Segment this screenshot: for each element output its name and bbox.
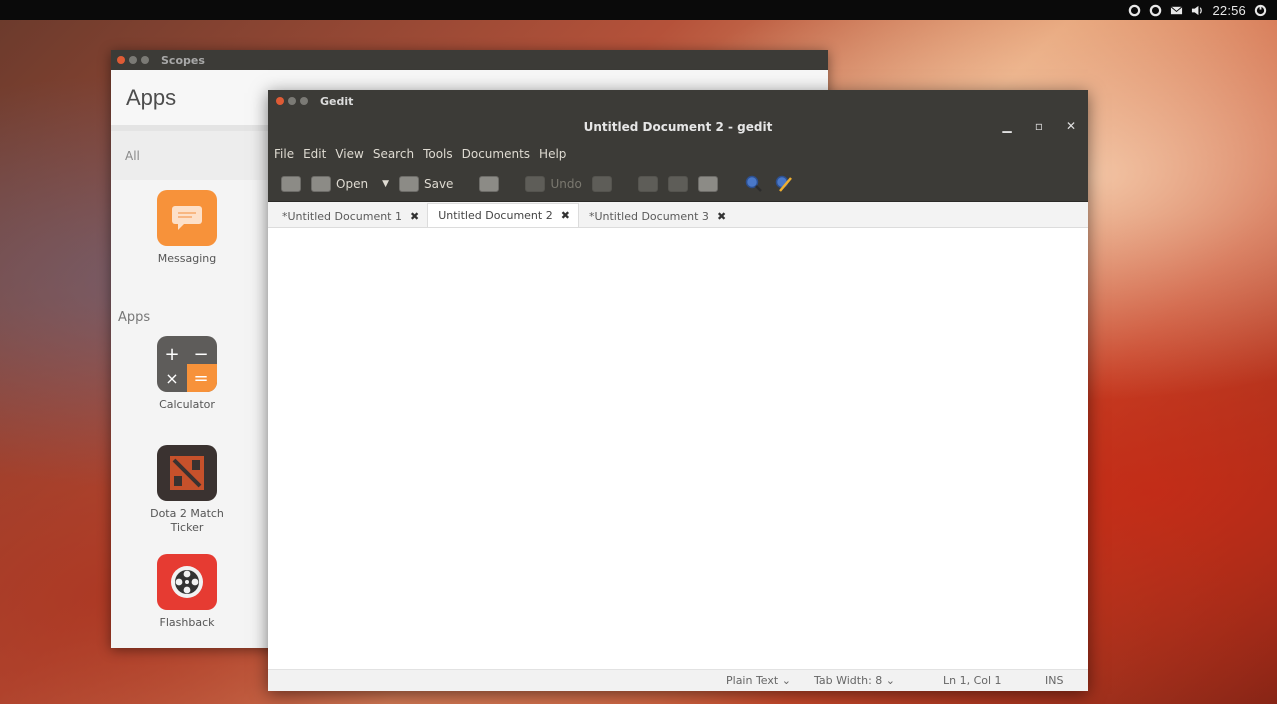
tab-width-selector[interactable]: Tab Width: 8 ⌄: [814, 674, 895, 687]
volume-icon[interactable]: [1191, 4, 1204, 17]
chevron-down-icon: ⌄: [781, 674, 791, 687]
close-icon[interactable]: ✖: [717, 210, 726, 223]
app-label: Messaging: [157, 252, 217, 265]
section-label-apps: Apps: [118, 310, 151, 325]
paste-button[interactable]: [693, 171, 723, 197]
tab-document-2[interactable]: Untitled Document 2 ✖: [427, 203, 579, 227]
messaging-icon: [157, 190, 217, 246]
menu-edit[interactable]: Edit: [303, 147, 326, 161]
scopes-titlebar[interactable]: Scopes: [111, 50, 828, 70]
gedit-titlebar[interactable]: Untitled Document 2 - gedit ▁ ▫ ✕: [268, 112, 1088, 142]
save-button[interactable]: Save: [394, 171, 458, 197]
svg-text:+: +: [164, 344, 179, 365]
minimize-icon[interactable]: ▁: [1000, 119, 1014, 133]
chevron-down-icon: ⌄: [885, 674, 895, 687]
print-icon: [479, 175, 500, 192]
app-label: Flashback: [159, 616, 215, 629]
redo-button[interactable]: [587, 171, 617, 197]
search-icon: [745, 175, 762, 192]
tab-document-1[interactable]: *Untitled Document 1 ✖: [272, 205, 427, 227]
find-replace-icon: [775, 175, 792, 192]
cut-icon: [637, 175, 658, 192]
open-label: Open: [336, 176, 369, 191]
app-tile-calculator[interactable]: + − × = Calculator: [142, 336, 232, 412]
gedit-window-title: Gedit: [320, 94, 354, 108]
app-tile-dota[interactable]: Dota 2 Match Ticker: [142, 445, 232, 535]
menu-search[interactable]: Search: [373, 147, 414, 161]
dota-icon: [157, 445, 217, 501]
app-tile-messaging[interactable]: Messaging: [142, 190, 232, 266]
app-label: Dota 2 Match Ticker: [150, 507, 224, 534]
undo-label: Undo: [550, 176, 582, 191]
copy-icon: [667, 175, 688, 192]
language-label: Plain Text: [726, 674, 779, 687]
new-document-button[interactable]: [276, 171, 306, 197]
close-button[interactable]: [276, 97, 284, 105]
document-tabs: *Untitled Document 1 ✖ Untitled Document…: [268, 202, 1088, 228]
svg-text:=: =: [193, 368, 208, 389]
menu-view[interactable]: View: [335, 147, 363, 161]
toolbar: Open ▼ Save Undo: [268, 166, 1088, 202]
network-icon[interactable]: [1128, 4, 1141, 17]
window-controls: ▁ ▫ ✕: [1000, 119, 1078, 133]
text-editor-area[interactable]: [268, 228, 1088, 670]
statusbar: Plain Text ⌄ Tab Width: 8 ⌄ Ln 1, Col 1 …: [268, 669, 1088, 691]
open-recent-dropdown[interactable]: ▼: [373, 171, 394, 197]
open-button[interactable]: Open: [306, 171, 373, 197]
maximize-icon[interactable]: ▫: [1032, 119, 1046, 133]
scope-title: Apps: [126, 84, 177, 110]
app-tile-flashback[interactable]: Flashback: [142, 554, 232, 630]
chevron-down-icon: ▼: [382, 178, 389, 189]
maximize-button[interactable]: [141, 56, 149, 64]
tab-document-3[interactable]: *Untitled Document 3 ✖: [579, 205, 734, 227]
svg-text:−: −: [193, 344, 208, 365]
tab-label: *Untitled Document 1: [282, 209, 402, 223]
close-button[interactable]: [117, 56, 125, 64]
cursor-position: Ln 1, Col 1: [943, 674, 1002, 687]
menu-help[interactable]: Help: [539, 147, 566, 161]
maximize-button[interactable]: [300, 97, 308, 105]
menu-documents[interactable]: Documents: [462, 147, 530, 161]
close-icon[interactable]: ✖: [561, 209, 570, 222]
filter-all[interactable]: All: [125, 149, 140, 163]
settings-icon[interactable]: [1149, 4, 1162, 17]
document-title: Untitled Document 2 - gedit: [583, 120, 773, 134]
cut-button[interactable]: [633, 171, 663, 197]
minimize-button[interactable]: [129, 56, 137, 64]
save-icon: [398, 175, 419, 192]
copy-button[interactable]: [663, 171, 693, 197]
language-selector[interactable]: Plain Text ⌄: [726, 674, 791, 687]
print-button[interactable]: [474, 171, 504, 197]
top-panel: 22:56: [0, 0, 1277, 20]
tab-width-label: Tab Width: 8: [814, 674, 883, 687]
mail-icon[interactable]: [1170, 4, 1183, 17]
minimize-button[interactable]: [288, 97, 296, 105]
paste-icon: [697, 175, 718, 192]
gedit-window: Gedit Untitled Document 2 - gedit ▁ ▫ ✕ …: [268, 90, 1088, 691]
undo-icon: [525, 175, 546, 192]
new-document-icon: [281, 175, 301, 192]
close-icon[interactable]: ✕: [1064, 119, 1078, 133]
tab-label: Untitled Document 2: [438, 209, 553, 222]
find-button[interactable]: [739, 171, 769, 197]
insert-mode: INS: [1045, 674, 1064, 687]
svg-text:×: ×: [165, 369, 178, 388]
menubar: File Edit View Search Tools Documents He…: [268, 142, 1088, 166]
save-label: Save: [423, 176, 454, 191]
menu-file[interactable]: File: [274, 147, 294, 161]
app-label: Calculator: [159, 398, 215, 411]
close-icon[interactable]: ✖: [410, 210, 419, 223]
power-icon[interactable]: [1254, 4, 1267, 17]
tab-label: *Untitled Document 3: [588, 209, 709, 223]
clock[interactable]: 22:56: [1212, 3, 1246, 18]
replace-button[interactable]: [769, 171, 799, 197]
redo-icon: [591, 175, 612, 192]
calculator-icon: + − × =: [157, 336, 217, 392]
open-icon: [311, 175, 331, 192]
film-reel-icon: [157, 554, 217, 610]
menu-tools[interactable]: Tools: [423, 147, 453, 161]
undo-button[interactable]: Undo: [520, 171, 586, 197]
gedit-outer-titlebar[interactable]: Gedit: [268, 90, 1088, 112]
scopes-window-title: Scopes: [161, 53, 205, 67]
